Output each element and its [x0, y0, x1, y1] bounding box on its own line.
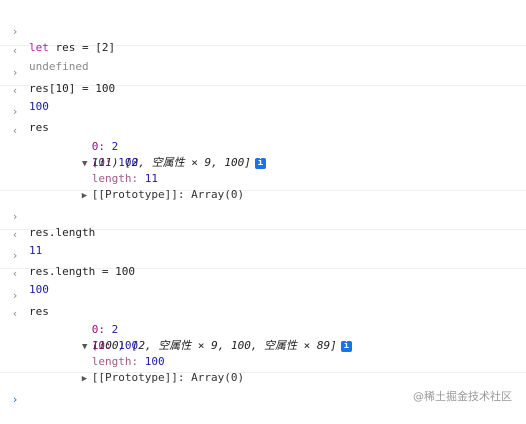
output-prompt-icon: ‹ [11, 307, 19, 320]
prototype-row[interactable]: ▶ [[Prototype]]: Array(0) [42, 171, 244, 201]
console-entry: › res.length ‹ 11 [0, 191, 526, 257]
input-row[interactable]: › res.length [0, 193, 96, 239]
output-row[interactable]: ‹ ▼ (100) [2, 空属性 × 9, 100, 空属性 × 89] i [0, 290, 352, 352]
property-row: 0: 2 [52, 306, 119, 336]
property-row: length: 100 [52, 338, 165, 368]
input-row[interactable]: › res[10] = 100 [0, 49, 115, 95]
console-entry: › res ‹ ▼ (100) [2, 空属性 × 9, 100, 空属性 × 8… [0, 269, 526, 384]
input-row[interactable]: › res [0, 88, 49, 134]
console-entry: › let res = [2] ‹ undefined [0, 0, 526, 73]
console-entry: › res[10] = 100 ‹ 100 [0, 46, 526, 113]
output-prompt-icon: ‹ [11, 124, 19, 137]
output-row[interactable]: ‹ ▼ (11) [2, 空属性 × 9, 100] i [0, 107, 266, 169]
property-row: 10: 100 [52, 139, 138, 169]
property-row: length: 11 [52, 155, 158, 185]
prototype-row[interactable]: ▶ [[Prototype]]: Array(0) [42, 354, 244, 384]
property-row: 10: 100 [52, 322, 138, 352]
output-row: ‹ 100 [0, 250, 49, 296]
current-prompt-icon: › [11, 393, 19, 406]
console-entry: › res.length = 100 ‹ 100 [0, 230, 526, 296]
watermark: @稀土掘金技术社区 [413, 390, 512, 403]
input-row[interactable]: › res [0, 272, 49, 318]
info-icon[interactable]: i [340, 341, 352, 352]
output-row: ‹ 11 [0, 211, 43, 257]
input-row[interactable]: › let res = [2] [0, 8, 115, 54]
input-row[interactable]: › res.length = 100 [0, 232, 135, 278]
property-row: 0: 2 [52, 123, 119, 153]
output-row: ‹ 100 [0, 67, 49, 113]
console-entry: › res ‹ ▼ (11) [2, 空属性 × 9, 100] i 0: 2 10… [0, 86, 526, 201]
info-icon[interactable]: i [254, 158, 266, 169]
output-row: ‹ undefined [0, 27, 89, 73]
